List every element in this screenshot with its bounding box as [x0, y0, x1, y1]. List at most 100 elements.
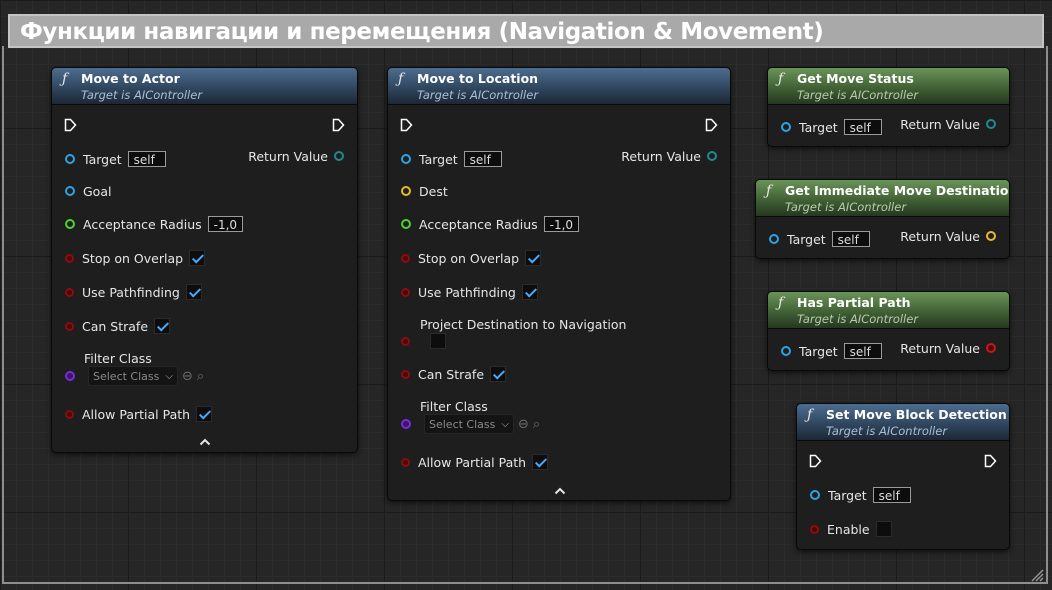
enable-checkbox[interactable] [875, 521, 892, 537]
bool-pin-icon[interactable] [401, 253, 410, 263]
pin-row-return-value: Return Value [621, 146, 717, 166]
bool-pin-icon[interactable] [65, 321, 74, 331]
pin-label: Return Value [248, 148, 328, 164]
node-set-move-block-detection[interactable]: ƒ Set Move Block Detection Target is AIC… [796, 403, 1010, 550]
node-move-to-actor[interactable]: ƒ Move to Actor Target is AIController T… [51, 67, 358, 453]
use-pathfinding-checkbox[interactable] [521, 284, 538, 300]
bool-pin-icon[interactable] [401, 457, 410, 467]
target-field[interactable]: self [843, 119, 882, 135]
pin-label: Acceptance Radius [419, 216, 538, 232]
pin-label: Allow Partial Path [82, 406, 191, 422]
node-header[interactable]: ƒ Move to Location Target is AIControlle… [388, 68, 730, 105]
node-subtitle: Target is AIController [826, 424, 948, 438]
object-pin-icon[interactable] [401, 154, 411, 164]
node-move-to-location[interactable]: ƒ Move to Location Target is AIControlle… [387, 67, 731, 501]
node-header[interactable]: ƒ Get Immediate Move Destination Target … [756, 180, 1009, 217]
object-pin-icon[interactable] [810, 490, 820, 500]
bool-pin-icon[interactable] [65, 409, 74, 419]
float-pin-icon[interactable] [65, 219, 75, 229]
node-header[interactable]: ƒ Get Move Status Target is AIController [768, 68, 1009, 105]
stop-on-overlap-checkbox[interactable] [525, 250, 542, 266]
pin-row-filter-class-label: Filter Class [84, 348, 152, 368]
bool-pin-icon[interactable] [401, 287, 410, 297]
allow-partial-path-checkbox[interactable] [532, 454, 549, 470]
pin-row-can-strafe: Can Strafe [65, 316, 171, 336]
stop-on-overlap-checkbox[interactable] [189, 250, 206, 266]
target-field[interactable]: self [463, 151, 502, 167]
target-field[interactable]: self [872, 487, 911, 503]
object-pin-icon[interactable] [65, 154, 75, 164]
pin-row-stop-on-overlap: Stop on Overlap [401, 248, 542, 268]
object-pin-icon[interactable] [781, 122, 791, 132]
target-field[interactable]: self [831, 231, 870, 247]
select-label: Select Class [429, 417, 496, 431]
return-enum-pin-icon[interactable] [986, 119, 996, 129]
node-get-immediate-move-destination[interactable]: ƒ Get Immediate Move Destination Target … [755, 179, 1010, 259]
node-header[interactable]: ƒ Set Move Block Detection Target is AIC… [797, 404, 1009, 441]
bool-pin-icon[interactable] [65, 287, 74, 297]
chevron-up-icon[interactable] [554, 486, 566, 495]
bool-pin-icon[interactable] [401, 336, 410, 346]
magnifier-icon[interactable]: ⌕ [533, 417, 540, 432]
exec-out-pin-icon[interactable] [705, 118, 718, 132]
node-title: Get Move Status [797, 71, 914, 86]
pin-label: Target [419, 151, 458, 167]
function-icon: ƒ [398, 71, 404, 87]
class-pin-icon[interactable] [65, 371, 75, 381]
object-pin-icon[interactable] [781, 346, 791, 356]
node-header[interactable]: ƒ Move to Actor Target is AIController [52, 68, 357, 105]
arrow-left-circle-icon[interactable]: ⊖ [518, 417, 529, 432]
acceptance-radius-field[interactable]: -1,0 [543, 216, 580, 232]
exec-in-pin-icon[interactable] [809, 454, 822, 468]
allow-partial-path-checkbox[interactable] [196, 406, 213, 422]
pin-row-acceptance-radius: Acceptance Radius -1,0 [65, 214, 244, 234]
filter-class-select[interactable]: Select Class ⌵ [88, 366, 178, 386]
bool-pin-icon[interactable] [401, 369, 410, 379]
comment-header[interactable]: Функции навигации и перемещения (Navigat… [8, 14, 1044, 48]
vector-pin-icon[interactable] [401, 186, 411, 196]
project-destination-checkbox[interactable] [430, 333, 446, 349]
return-object-pin-icon[interactable] [707, 151, 717, 161]
arrow-left-circle-icon[interactable]: ⊖ [182, 369, 193, 384]
exec-out-pin-icon[interactable] [984, 454, 997, 468]
pin-label: Allow Partial Path [418, 454, 527, 470]
bool-pin-icon[interactable] [810, 524, 819, 534]
object-pin-icon[interactable] [65, 186, 75, 196]
resize-grip-icon[interactable] [1030, 568, 1044, 582]
class-pin-icon[interactable] [401, 419, 411, 429]
comment-title: Функции навигации и перемещения (Navigat… [20, 19, 824, 45]
return-object-pin-icon[interactable] [334, 151, 344, 161]
target-field[interactable]: self [843, 343, 882, 359]
return-vector-pin-icon[interactable] [986, 231, 996, 241]
exec-out-pin-icon[interactable] [332, 118, 345, 132]
pin-label: Can Strafe [418, 366, 485, 382]
pin-row-return-value: Return Value [900, 114, 996, 134]
pin-label: Return Value [900, 228, 980, 244]
node-subtitle: Target is AIController [797, 88, 919, 102]
function-icon: ƒ [62, 71, 68, 87]
pin-row-target: Target self [810, 485, 911, 505]
magnifier-icon[interactable]: ⌕ [197, 369, 204, 384]
can-strafe-checkbox[interactable] [490, 366, 507, 382]
can-strafe-checkbox[interactable] [154, 318, 171, 334]
chevron-up-icon[interactable] [199, 437, 211, 446]
exec-in-pin-icon[interactable] [64, 118, 77, 132]
exec-in-pin-icon[interactable] [400, 118, 413, 132]
pin-label: Target [828, 487, 867, 503]
use-pathfinding-checkbox[interactable] [185, 284, 202, 300]
pin-row-target: Target self [781, 117, 882, 137]
return-bool-pin-icon[interactable] [986, 343, 996, 353]
pin-label: Return Value [900, 116, 980, 132]
pin-row-allow-partial-path: Allow Partial Path [401, 452, 549, 472]
filter-class-select[interactable]: Select Class ⌵ [424, 414, 514, 434]
object-pin-icon[interactable] [769, 234, 779, 244]
target-field[interactable]: self [127, 151, 166, 167]
acceptance-radius-field[interactable]: -1,0 [207, 216, 244, 232]
node-subtitle: Target is AIController [797, 312, 919, 326]
float-pin-icon[interactable] [401, 219, 411, 229]
function-icon: ƒ [766, 183, 772, 199]
node-header[interactable]: ƒ Has Partial Path Target is AIControlle… [768, 292, 1009, 329]
bool-pin-icon[interactable] [65, 253, 74, 263]
node-has-partial-path[interactable]: ƒ Has Partial Path Target is AIControlle… [767, 291, 1010, 371]
node-get-move-status[interactable]: ƒ Get Move Status Target is AIController… [767, 67, 1010, 147]
